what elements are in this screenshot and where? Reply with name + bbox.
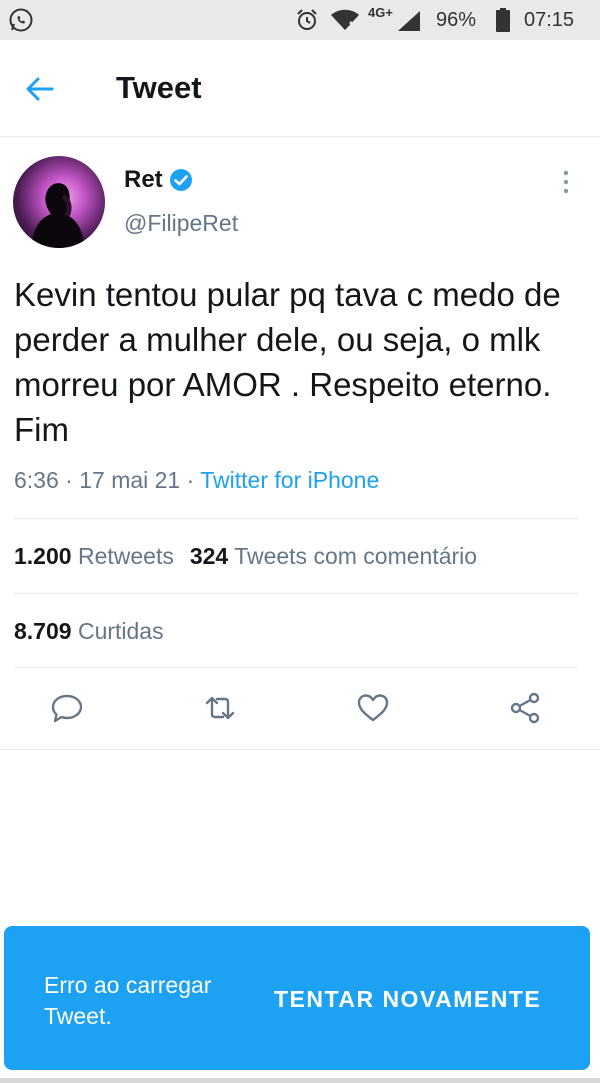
clock: 07:15	[524, 9, 575, 31]
tweet-meta: 6:36 · 17 mai 21 · Twitter for iPhone	[14, 467, 379, 494]
meta-separator: ·	[186, 467, 201, 493]
nav-strip	[0, 1078, 600, 1083]
signal-icon	[398, 11, 420, 31]
divider	[14, 667, 578, 668]
likes-stat[interactable]: 8.709 Curtidas	[14, 618, 164, 645]
likes-count: 8.709	[14, 618, 72, 644]
battery-percent: 96%	[436, 9, 477, 31]
avatar[interactable]	[13, 156, 105, 248]
like-heart-icon[interactable]	[355, 690, 391, 726]
whatsapp-icon	[9, 8, 33, 32]
meta-separator: ·	[65, 467, 80, 493]
snackbar-message: Erro ao carregar Tweet.	[44, 972, 212, 1029]
divider	[0, 749, 600, 750]
divider	[14, 593, 578, 594]
share-icon[interactable]	[507, 690, 543, 726]
author-row[interactable]: Ret	[124, 166, 193, 194]
tweet-date: 17 mai 21	[79, 467, 181, 493]
back-arrow-icon[interactable]	[24, 73, 56, 105]
network-type: 4G+	[368, 5, 393, 20]
tweet-text: Kevin tentou pular pq tava c medo de per…	[14, 276, 561, 448]
author-name[interactable]: Ret	[124, 166, 163, 194]
wifi-icon	[331, 9, 359, 30]
app-header: Tweet	[0, 40, 600, 137]
verified-badge-icon	[169, 169, 192, 191]
error-snackbar: Erro ao carregar Tweet. TENTAR NOVAMENTE	[4, 926, 590, 1070]
retweets-label: Retweets	[77, 543, 174, 569]
tweet-time: 6:36	[14, 467, 59, 493]
tweet-source-link[interactable]: Twitter for iPhone	[200, 467, 379, 493]
alarm-icon	[297, 9, 317, 30]
retweet-icon[interactable]	[202, 690, 238, 726]
retweets-count: 1.200	[14, 543, 72, 569]
quotes-count: 324	[189, 543, 229, 569]
retweet-stats: 1.200 Retweets 324 Tweets com comentário	[14, 543, 477, 570]
quotes-label: Tweets com comentário	[234, 543, 478, 569]
reply-icon[interactable]	[49, 690, 85, 726]
status-bar: 4G+ 96% 07:15	[0, 0, 600, 40]
divider	[14, 518, 578, 519]
retry-button[interactable]: TENTAR NOVAMENTE	[274, 986, 541, 1013]
more-options-icon[interactable]	[556, 168, 576, 198]
battery-icon	[496, 8, 510, 32]
page-title: Tweet	[116, 70, 202, 105]
author-handle[interactable]: @FilipeRet	[124, 210, 238, 237]
likes-label: Curtidas	[77, 618, 164, 644]
retweets-stat[interactable]: 1.200 Retweets	[14, 543, 174, 569]
quotes-stat[interactable]: 324 Tweets com comentário	[190, 543, 477, 569]
